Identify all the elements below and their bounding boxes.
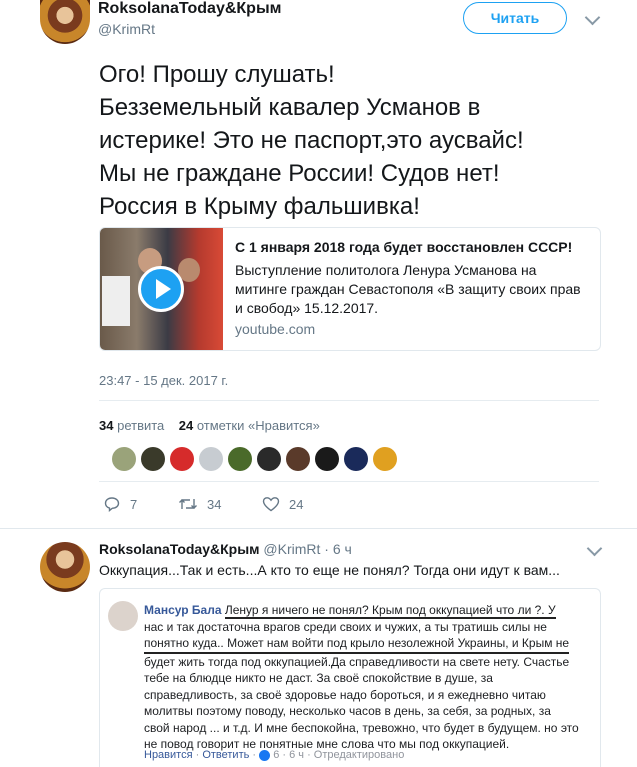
- fb-comment-footer: Нравится · Ответить · 6 · 6 ч · Отредакт…: [144, 749, 405, 761]
- likes-label[interactable]: отметки «Нравится»: [197, 418, 320, 433]
- liker-avatar[interactable]: [286, 447, 310, 471]
- reply-author-avatar[interactable]: [40, 542, 90, 592]
- commenter-avatar: [108, 601, 138, 631]
- liker-avatar[interactable]: [170, 447, 194, 471]
- liker-avatar[interactable]: [112, 447, 136, 471]
- retweet-action[interactable]: 34: [178, 496, 221, 512]
- liker-avatar[interactable]: [257, 447, 281, 471]
- tweet-timestamp[interactable]: 23:47 - 15 дек. 2017 г.: [99, 373, 228, 388]
- fb-comment-line: справедливость, за своё здоровье надо бо…: [144, 687, 546, 702]
- reply-header: RoksolanaToday&Крым @KrimRt · 6 ч: [99, 541, 352, 557]
- reply-count: 7: [130, 496, 138, 512]
- liker-avatar[interactable]: [228, 447, 252, 471]
- fb-comment-line: Мансур Бала Ленур я ничего не понял? Кры…: [144, 602, 600, 619]
- tweet-text-line: истерике! Это не паспорт,это аусвайс!: [99, 127, 524, 154]
- fb-like-link: Нравится: [144, 749, 193, 761]
- fb-reaction-icon: [259, 749, 271, 761]
- card-domain[interactable]: youtube.com: [235, 321, 315, 337]
- author-handle[interactable]: @KrimRt: [98, 21, 155, 37]
- video-thumbnail[interactable]: [100, 228, 223, 350]
- liker-avatar[interactable]: [373, 447, 397, 471]
- like-count: 24: [289, 496, 304, 512]
- fb-comment-line: тебе на блюдце никто не даст. За своё сп…: [144, 671, 493, 685]
- like-action[interactable]: 24: [262, 496, 303, 512]
- tweet-text-line: Мы не граждане России! Судов нет!: [99, 160, 500, 187]
- fb-comment-text: Ленур я ничего не понял? Крым под оккупа…: [224, 603, 556, 619]
- tweet-text-line: Безземельный кавалер Усманов в: [99, 94, 481, 121]
- attached-image[interactable]: Мансур Бала Ленур я ничего не понял? Кры…: [99, 588, 601, 767]
- tweet-text-line: Россия в Крыму фальшивка!: [99, 193, 420, 220]
- divider: [99, 481, 599, 482]
- fb-reaction-count: 6: [273, 749, 280, 761]
- reply-time[interactable]: · 6 ч: [324, 541, 352, 557]
- divider: [99, 400, 599, 401]
- liker-avatars: [112, 447, 402, 471]
- retweets-count[interactable]: 34: [99, 418, 113, 433]
- reply-author-name[interactable]: RoksolanaToday&Крым: [99, 541, 260, 557]
- reply-action[interactable]: 7: [104, 496, 137, 512]
- fb-comment-time: 6 ч: [289, 749, 305, 761]
- chevron-down-icon[interactable]: [584, 9, 601, 26]
- liker-avatar[interactable]: [344, 447, 368, 471]
- fb-comment-line: понятно куда.. Может нам войти под крыло…: [144, 635, 570, 654]
- tweet-text-line: Ого! Прошу слушать!: [99, 61, 335, 88]
- fb-comment-line: будет жить тогда под оккупацией.Да справ…: [144, 654, 570, 669]
- heart-icon[interactable]: [262, 496, 280, 512]
- liker-avatar[interactable]: [315, 447, 339, 471]
- author-name[interactable]: RoksolanaToday&Крым: [98, 0, 281, 18]
- retweets-label[interactable]: ретвита: [117, 418, 164, 433]
- fb-comment-line: молитвы поэтому поводу, несколько часов …: [144, 704, 551, 718]
- fb-edited-label: Отредактировано: [313, 749, 405, 761]
- link-card[interactable]: С 1 января 2018 года будет восстановлен …: [99, 227, 601, 351]
- follow-button[interactable]: Читать: [463, 2, 567, 34]
- liker-avatar[interactable]: [199, 447, 223, 471]
- card-description: Выступление политолога Ленура Усманова н…: [235, 262, 581, 316]
- tweet-text: Ого! Прошу слушать! Безземельный кавалер…: [99, 58, 619, 223]
- reply-icon[interactable]: [104, 496, 120, 512]
- fb-comment-line: свой народ ... и т.д. И мне беспокойна, …: [144, 720, 579, 735]
- reply-author-handle[interactable]: @KrimRt: [263, 541, 320, 557]
- fb-comment-line: нас и так достаточна врагов среди своих …: [144, 619, 547, 634]
- tweet-stats: 34 ретвита 24 отметки «Нравится»: [99, 418, 320, 433]
- card-title[interactable]: С 1 января 2018 года будет восстановлен …: [235, 239, 590, 255]
- play-icon[interactable]: [138, 266, 184, 312]
- fb-comment-body: Мансур Бала Ленур я ничего не понял? Кры…: [144, 602, 600, 753]
- commenter-name: Мансур Бала: [144, 603, 222, 617]
- retweet-icon[interactable]: [178, 496, 198, 512]
- thumbnail-sign: [102, 276, 130, 326]
- author-avatar[interactable]: [40, 0, 90, 44]
- fb-reply-link: Ответить: [202, 749, 250, 761]
- reply-text: Оккупация...Так и есть...А кто то еще не…: [99, 562, 560, 578]
- liker-avatar[interactable]: [141, 447, 165, 471]
- thread-divider: [0, 528, 637, 529]
- retweet-count: 34: [207, 496, 222, 512]
- likes-count[interactable]: 24: [179, 418, 193, 433]
- reply-chevron-down-icon[interactable]: [586, 540, 603, 557]
